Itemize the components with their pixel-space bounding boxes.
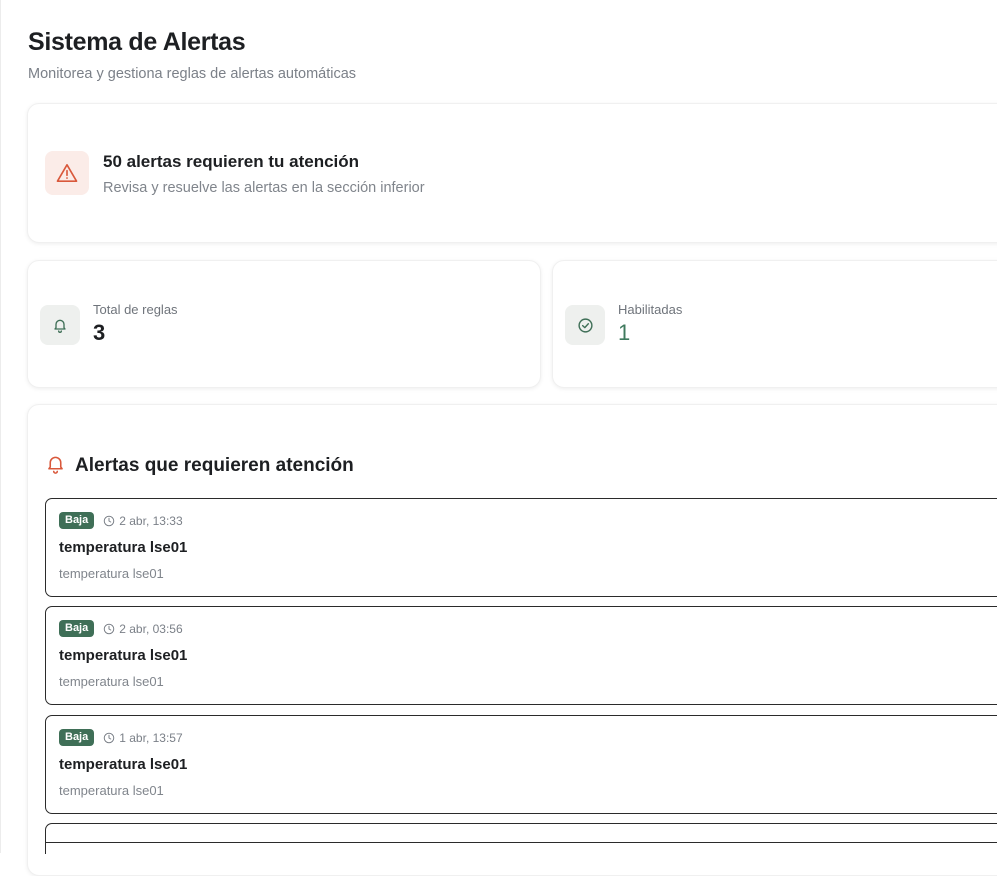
alert-item[interactable]: Baja 2 abr, 13:33 temperatura lse01 temp…	[45, 498, 997, 597]
alert-title: temperatura lse01	[59, 647, 188, 664]
clock-icon	[104, 623, 115, 634]
alert-description: temperatura lse01	[59, 566, 164, 581]
alert-time: 1 abr, 13:57	[103, 730, 183, 745]
alert-time: 2 abr, 03:56	[103, 621, 183, 636]
alert-title: temperatura lse01	[59, 539, 188, 556]
alert-time-text: 2 abr, 13:33	[119, 513, 183, 528]
alert-time: 2 abr, 13:33	[103, 513, 183, 528]
severity-badge: Baja	[59, 620, 95, 637]
attention-banner: 50 alertas requieren tu atención Revisa …	[27, 103, 997, 243]
banner-title: 50 alertas requieren tu atención	[103, 152, 360, 171]
alert-description: temperatura lse01	[59, 674, 164, 689]
alert-description: temperatura lse01	[59, 783, 164, 798]
alert-item[interactable]: Baja 2 abr, 03:56 temperatura lse01 temp…	[45, 606, 997, 705]
bell-icon	[45, 453, 66, 479]
alerts-section-header: Alertas que requieren atención	[45, 453, 354, 479]
bell-icon	[40, 305, 80, 345]
severity-badge: Baja	[59, 729, 95, 746]
alerts-section: Alertas que requieren atención Baja 2 ab…	[27, 404, 997, 876]
stat-card-total-rules: Total de reglas 3	[27, 260, 541, 388]
stat-value: 1	[618, 320, 631, 345]
clock-icon	[104, 732, 115, 743]
severity-badge: Baja	[59, 512, 95, 529]
stat-label: Total de reglas	[93, 302, 178, 317]
stat-card-enabled: Habilitadas 1	[552, 260, 997, 388]
left-border	[0, 0, 1, 853]
check-circle-icon	[565, 305, 605, 345]
alert-time-text: 2 abr, 03:56	[119, 621, 183, 636]
page-subtitle: Monitorea y gestiona reglas de alertas a…	[28, 66, 357, 82]
alerts-section-title: Alertas que requieren atención	[75, 455, 354, 476]
clock-icon	[104, 515, 115, 526]
stat-value: 3	[93, 320, 106, 345]
alert-item-partial[interactable]	[45, 823, 997, 854]
banner-description: Revisa y resuelve las alertas en la secc…	[103, 180, 425, 196]
alert-time-text: 1 abr, 13:57	[119, 730, 183, 745]
alert-title: temperatura lse01	[59, 756, 188, 773]
warning-triangle-icon	[45, 151, 89, 195]
alert-item[interactable]: Baja 1 abr, 13:57 temperatura lse01 temp…	[45, 715, 997, 814]
stat-label: Habilitadas	[618, 302, 683, 317]
page-title: Sistema de Alertas	[28, 28, 246, 56]
divider	[46, 842, 997, 843]
